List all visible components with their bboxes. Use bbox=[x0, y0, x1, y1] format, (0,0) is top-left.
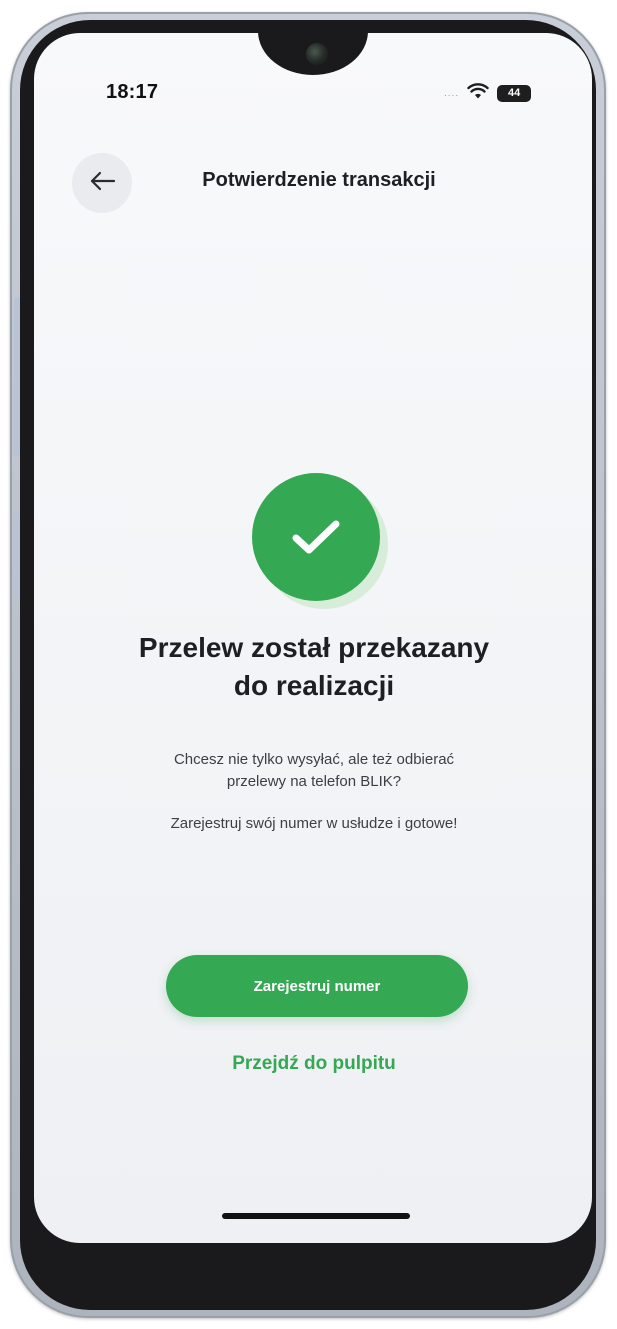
go-to-dashboard-link[interactable]: Przejdź do pulpitu bbox=[164, 1053, 464, 1075]
confirmation-headline: Przelew został przekazany do realizacji bbox=[74, 629, 554, 705]
check-circle-icon bbox=[252, 473, 380, 601]
description-line-1: Chcesz nie tylko wysyłać, ale też odbier… bbox=[173, 751, 455, 768]
battery-icon: 44 bbox=[497, 84, 532, 102]
status-time: 18:17 bbox=[106, 81, 159, 103]
wifi-icon bbox=[467, 82, 489, 105]
status-icons: .... 44 bbox=[444, 81, 532, 105]
back-button[interactable] bbox=[72, 153, 132, 213]
page-title: Potwierdzenie transakcji bbox=[202, 169, 436, 191]
register-hint: Zarejestruj swój numer w usłudze i gotow… bbox=[170, 815, 458, 832]
confirmation-description: Chcesz nie tylko wysyłać, ale też odbier… bbox=[94, 749, 534, 793]
app-screen: 18:17 .... 44 Potwierdzenie transakcji P… bbox=[34, 33, 592, 1243]
headline-line-2: do realizacji bbox=[233, 670, 395, 701]
description-line-2: przelewy na telefon BLIK? bbox=[226, 773, 402, 790]
signal-dots: .... bbox=[444, 87, 460, 99]
register-number-button[interactable]: Zarejestruj numer bbox=[166, 955, 468, 1017]
arrow-left-icon bbox=[88, 170, 116, 197]
home-indicator[interactable] bbox=[222, 1213, 410, 1219]
headline-line-1: Przelew został przekazany bbox=[138, 632, 490, 663]
front-camera bbox=[306, 43, 328, 65]
